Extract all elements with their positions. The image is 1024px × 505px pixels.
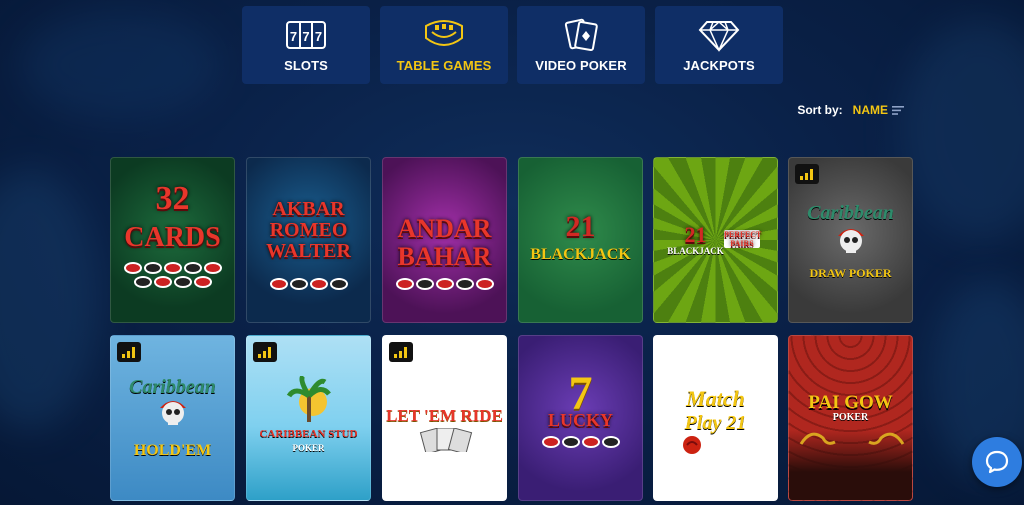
signal-bars-icon [394, 347, 407, 358]
game-tile-21-blackjack[interactable]: 21 BLACKJACK [518, 157, 643, 323]
chat-bubble-icon [985, 450, 1009, 474]
game-title: AKBAR [272, 198, 345, 220]
game-title: WALTER [266, 240, 351, 262]
game-title: CARIBBEAN STUD [259, 428, 358, 440]
game-tile-caribbean-stud-poker[interactable]: CARIBBEAN STUD POKER [246, 335, 371, 501]
chip-stack [395, 278, 494, 290]
playing-cards-icon [419, 428, 473, 452]
tab-label: JACKPOTS [683, 58, 755, 73]
game-title: PERFECT PAIRS [724, 230, 762, 248]
jackpot-badge [117, 342, 141, 362]
game-title: POKER [292, 443, 325, 453]
diamond-icon [698, 20, 740, 52]
skull-icon [160, 401, 186, 425]
chip-stack [269, 278, 348, 290]
coral-decoration [20, 10, 220, 120]
tab-video-poker[interactable]: VIDEO POKER [517, 6, 645, 84]
game-title: Play 21 [684, 412, 747, 434]
game-title: HOLD'EM [133, 442, 212, 459]
coral-decoration [0, 170, 100, 430]
game-title: Caribbean [807, 202, 894, 224]
game-tile-caribbean-holdem[interactable]: Caribbean HOLD'EM [110, 335, 235, 501]
skull-icon [838, 229, 864, 253]
table-games-icon [425, 20, 463, 46]
chat-button[interactable] [972, 437, 1022, 487]
game-title: ANDAR [397, 214, 492, 243]
game-title: BAHAR [397, 242, 492, 271]
svg-text:7: 7 [290, 29, 297, 44]
game-title: BLACKJACK [530, 246, 631, 263]
game-title: LET 'EM RIDE [386, 406, 503, 425]
game-title: ROMEO [269, 219, 348, 241]
sort-value[interactable]: NAME [853, 103, 888, 117]
svg-text:7: 7 [315, 29, 322, 44]
palm-tree-icon [286, 376, 331, 422]
game-tile-32-cards[interactable]: 32 CARDS [110, 157, 235, 323]
game-tile-let-em-ride[interactable]: LET 'EM RIDE [382, 335, 507, 501]
svg-text:7: 7 [302, 29, 309, 44]
jackpot-badge [253, 342, 277, 362]
playing-cards-icon [564, 18, 598, 52]
game-title: POKER [832, 412, 869, 423]
tab-label: SLOTS [284, 58, 328, 73]
game-tile-pai-gow-poker[interactable]: PAI GOW POKER [788, 335, 913, 501]
game-title: 32 [155, 180, 190, 217]
sort-lines-icon[interactable] [892, 105, 904, 115]
game-title: DRAW POKER [809, 266, 892, 280]
jackpot-badge [389, 342, 413, 362]
chip-stack [133, 276, 212, 288]
game-title: LUCKY [547, 410, 613, 430]
game-tile-21-blackjack-perfect-pairs[interactable]: 21 BLACKJACK PERFECT PAIRS [653, 157, 778, 323]
tab-table-games[interactable]: TABLE GAMES [380, 6, 508, 84]
dragon-icon [799, 432, 905, 445]
jackpot-badge [795, 164, 819, 184]
tab-label: TABLE GAMES [396, 58, 492, 73]
tab-jackpots[interactable]: JACKPOTS [655, 6, 783, 84]
signal-bars-icon [800, 169, 813, 180]
game-tile-match-play-21[interactable]: Match Play 21 [653, 335, 778, 501]
slot-machine-icon: 7 7 7 [286, 21, 326, 49]
game-tile-akbar-romeo-walter[interactable]: AKBAR ROMEO WALTER [246, 157, 371, 323]
game-tile-lucky-7[interactable]: 7 LUCKY [518, 335, 643, 501]
signal-bars-icon [258, 347, 271, 358]
tab-slots[interactable]: 7 7 7 SLOTS [242, 6, 370, 84]
chip-stack [541, 436, 620, 448]
game-tile-caribbean-draw-poker[interactable]: Caribbean DRAW POKER [788, 157, 913, 323]
game-title: 21 [565, 210, 596, 243]
game-tile-andar-bahar[interactable]: ANDAR BAHAR [382, 157, 507, 323]
sort-control[interactable]: Sort by: NAME [797, 103, 904, 117]
coral-decoration [900, 20, 1024, 240]
sort-label: Sort by: [797, 103, 843, 117]
chip-stack [123, 262, 222, 274]
signal-bars-icon [122, 347, 135, 358]
rose-icon [683, 436, 701, 454]
game-title: Match [686, 386, 745, 411]
game-title: PAI GOW [808, 392, 893, 413]
game-title: CARDS [124, 222, 221, 253]
tab-label: VIDEO POKER [535, 58, 627, 73]
